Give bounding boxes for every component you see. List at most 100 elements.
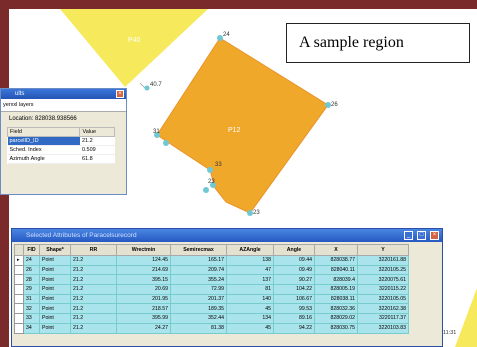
table-cell: 137 [226, 274, 274, 286]
column-header[interactable]: Wrectmin [116, 244, 171, 256]
table-cell: 828029.02 [314, 313, 358, 324]
sample-region-polygon[interactable] [156, 37, 329, 214]
row-selector[interactable] [14, 322, 24, 334]
table-cell: 99.53 [273, 303, 315, 315]
taskbar-clock: 11:31 [443, 330, 457, 336]
table-cell: 21.2 [70, 322, 117, 334]
column-header[interactable]: FID [23, 244, 40, 256]
table-cell: 28 [23, 274, 40, 286]
identify-window[interactable]: ults × yerxxl layers Location: 828038.93… [0, 88, 127, 195]
table-row[interactable]: 28 Point 21.2 395.15 355.24 137 90.27 828039.4 3… [14, 274, 409, 286]
column-header[interactable]: AZAngle [226, 244, 274, 256]
table-cell: 34 [23, 322, 40, 334]
table-row[interactable]: Azimuth Angle 61.8 [7, 154, 115, 164]
row-selector[interactable] [14, 264, 24, 276]
row-selector[interactable] [14, 313, 24, 324]
attribute-table-window[interactable]: Selected Attributes of Paracelsurecord _… [11, 228, 443, 347]
table-cell: 21.2 [70, 255, 117, 266]
table-cell: 395.99 [116, 313, 171, 324]
table-cell: 45 [226, 322, 274, 334]
table-cell: 3220103.83 [357, 322, 409, 334]
table-cell: 33 [23, 313, 40, 324]
table-row[interactable]: 31 Point 21.2 201.95 201.37 140 106.67 828038.1… [14, 293, 409, 305]
table-row[interactable]: 33 Point 21.2 395.99 352.44 134 89.16 828029.02… [14, 313, 409, 324]
table-cell: 828038.77 [314, 255, 358, 266]
table-cell: 21.2 [70, 293, 117, 305]
close-icon[interactable]: × [430, 231, 439, 240]
triangle-label: P40 [128, 37, 141, 44]
vertex-point[interactable] [207, 167, 213, 173]
table-cell: 21.2 [70, 264, 117, 276]
row-selector[interactable]: ▸ [14, 255, 24, 266]
table-row[interactable]: 34 Point 21.2 24.27 81.38 45 94.22 828030.75 322… [14, 322, 409, 334]
point-label: 24 [223, 32, 230, 38]
row-selector[interactable] [14, 284, 24, 295]
table-row[interactable]: Sched. Index 0.509 [7, 145, 115, 155]
table-cell: 3220162.38 [357, 303, 409, 315]
table-cell: 201.95 [116, 293, 171, 305]
table-cell: 138 [226, 255, 274, 266]
column-header[interactable]: Semirecmax [170, 244, 227, 256]
table-row[interactable]: 26 Point 21.2 214.69 209.74 47 09.49 828040.11 3… [14, 264, 409, 276]
table-row[interactable]: ▸ 24 Point 21.2 124.45 165.17 138 09.44 828038.7… [14, 255, 409, 266]
vertex-point[interactable] [203, 187, 209, 193]
table-cell: 29 [23, 284, 40, 295]
table-cell: 218.57 [116, 303, 171, 315]
point-label: 33 [215, 162, 222, 168]
neighbor-parcel[interactable] [60, 9, 208, 87]
annotation-text: A sample region [299, 34, 404, 51]
table-cell: 32 [23, 303, 40, 315]
table-title: Selected Attributes of Paracelsurecord [26, 232, 137, 239]
vertex-point[interactable] [144, 85, 150, 91]
column-header[interactable]: X [314, 244, 358, 256]
table-cell: 352.44 [170, 313, 227, 324]
column-header[interactable]: Angle [273, 244, 315, 256]
column-header[interactable]: Y [357, 244, 409, 256]
table-row[interactable]: 32 Point 21.2 218.57 189.35 45 99.53 828032.36 3… [14, 303, 409, 315]
table-cell: 21.2 [70, 274, 117, 286]
table-row[interactable]: parcelID_ID 21.2 [7, 136, 115, 146]
table-cell: 20.69 [116, 284, 171, 295]
table-cell: 828040.11 [314, 264, 358, 276]
maximize-icon[interactable]: □ [417, 231, 426, 240]
table-row[interactable]: 29 Point 21.2 20.69 72.99 81 104.22 828005.19 32… [14, 284, 409, 295]
row-selector-header [14, 244, 24, 256]
layer-tree[interactable]: yerxxl layers [1, 99, 126, 112]
table-cell: 24.27 [116, 322, 171, 334]
table-cell: 189.35 [170, 303, 227, 315]
close-icon[interactable]: × [116, 90, 124, 98]
table-cell: 21.2 [70, 284, 117, 295]
table-cell: 21.2 [70, 313, 117, 324]
table-cell: 828005.19 [314, 284, 358, 295]
column-header[interactable]: RR [70, 244, 117, 256]
table-cell: Point [39, 303, 71, 315]
location-row: Location: 828038.938566 [1, 112, 126, 127]
table-cell: 26 [23, 264, 40, 276]
point-label: 31 [153, 129, 160, 135]
vertex-point[interactable] [163, 140, 169, 146]
table-cell: 124.45 [116, 255, 171, 266]
table-cell: 90.27 [273, 274, 315, 286]
minimize-icon[interactable]: _ [404, 231, 413, 240]
table-cell: 201.37 [170, 293, 227, 305]
table-cell: 828030.75 [314, 322, 358, 334]
row-selector[interactable] [14, 274, 24, 286]
table-cell: 3220105.25 [357, 264, 409, 276]
identify-titlebar[interactable]: ults × [1, 89, 126, 99]
table-cell: 45 [226, 303, 274, 315]
table-cell: 72.99 [170, 284, 227, 295]
column-header[interactable]: Shape* [39, 244, 71, 256]
table-cell: Point [39, 313, 71, 324]
corner-parcel[interactable] [455, 288, 477, 347]
table-cell: 3220161.88 [357, 255, 409, 266]
table-cell: 47 [226, 264, 274, 276]
table-cell: 89.16 [273, 313, 315, 324]
table-titlebar[interactable]: Selected Attributes of Paracelsurecord _… [12, 229, 442, 242]
row-selector[interactable] [14, 303, 24, 315]
table-cell: 3220115.22 [357, 284, 409, 295]
table-cell: 828039.4 [314, 274, 358, 286]
row-selector[interactable] [14, 293, 24, 305]
field-value: 0.509 [79, 145, 115, 155]
table-cell: 21.2 [70, 303, 117, 315]
attribute-table[interactable]: FID Shape* RR Wrectmin Semirecmax AZAngl… [14, 244, 409, 334]
